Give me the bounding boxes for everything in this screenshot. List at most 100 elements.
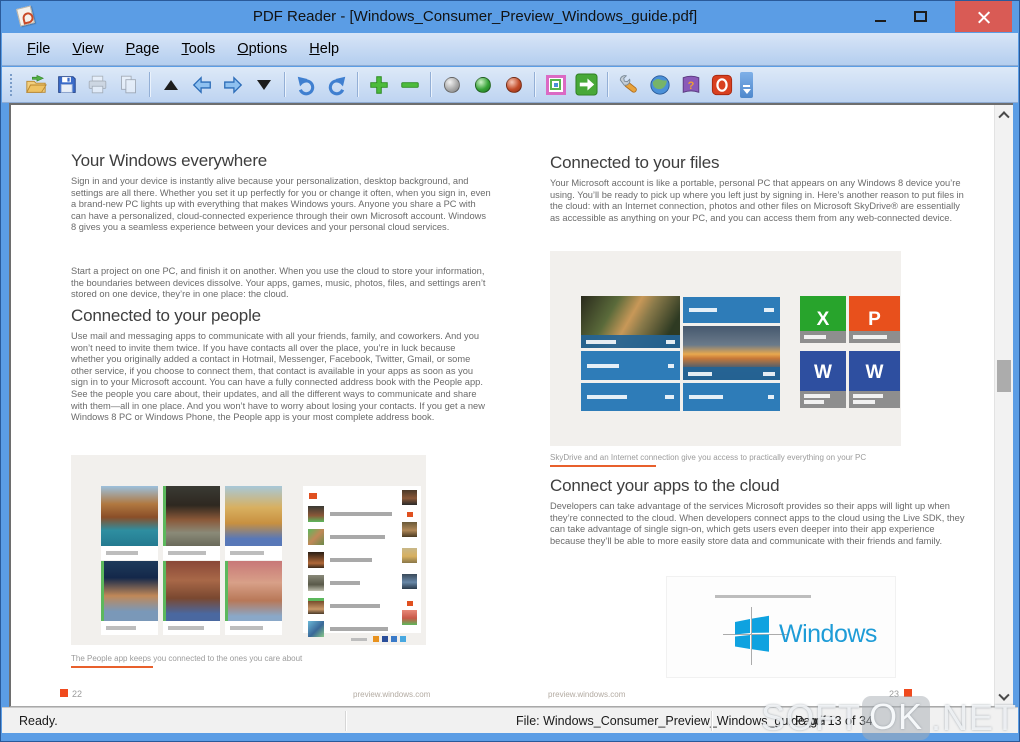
previous-page-button[interactable]	[186, 71, 217, 99]
contact-list-panel	[303, 486, 421, 633]
window-title: PDF Reader - [Windows_Consumer_Preview_W…	[61, 8, 889, 25]
dot-green-button[interactable]	[467, 71, 498, 99]
album-tile	[581, 383, 680, 411]
paragraph: Your Microsoft account is like a portabl…	[550, 178, 968, 224]
text-placeholder	[586, 340, 616, 344]
open-file-button[interactable]	[20, 71, 51, 99]
menu-view[interactable]: View	[61, 37, 114, 61]
social-icon	[391, 636, 397, 642]
vertical-scrollbar[interactable]	[994, 105, 1013, 706]
minimize-button[interactable]	[865, 1, 895, 32]
dot-gray-button[interactable]	[436, 71, 467, 99]
close-button[interactable]	[955, 1, 1012, 32]
minimize-icon	[875, 20, 886, 22]
contact-avatar	[308, 621, 324, 637]
powerpoint-letter: P	[868, 309, 881, 331]
undo-arrow-icon	[295, 74, 317, 96]
minus-icon	[399, 74, 421, 96]
text-placeholder	[106, 626, 136, 630]
person-photo	[225, 561, 282, 621]
toolbar-separator	[357, 72, 358, 97]
album-photo-tile	[683, 326, 780, 380]
paragraph: Start a project on one PC, and finish it…	[71, 266, 491, 301]
text-placeholder	[351, 638, 367, 641]
menu-options[interactable]: Options	[226, 37, 298, 61]
person-photo	[163, 561, 220, 621]
settings-button[interactable]	[613, 71, 644, 99]
person-name-bar	[101, 621, 158, 635]
person-name-bar	[163, 546, 220, 560]
arrow-right-icon	[222, 74, 244, 96]
zoom-out-button[interactable]	[394, 71, 425, 99]
print-button[interactable]	[82, 71, 113, 99]
text-placeholder	[853, 335, 887, 339]
status-edge	[101, 561, 104, 621]
app-pdf-icon	[16, 5, 35, 26]
toolbar-grip[interactable]	[10, 74, 13, 96]
section-title: Connected to your people	[71, 306, 261, 326]
count-placeholder	[764, 308, 774, 312]
menu-help[interactable]: Help	[298, 37, 350, 61]
fit-page-button[interactable]	[540, 71, 571, 99]
contact-avatar	[402, 522, 417, 537]
rotate-left-button[interactable]	[290, 71, 321, 99]
red-dot-icon	[506, 77, 522, 93]
copy-pages-icon	[118, 74, 139, 95]
zoom-in-button[interactable]	[363, 71, 394, 99]
watermark-boxed-text: OK	[862, 696, 930, 740]
go-to-page-button[interactable]	[571, 71, 602, 99]
first-page-button[interactable]	[155, 71, 186, 99]
person-photo	[101, 561, 158, 621]
figure-caption: SkyDrive and an Internet connection give…	[550, 453, 866, 462]
text-placeholder	[853, 394, 883, 398]
next-page-button[interactable]	[217, 71, 248, 99]
social-icon	[400, 636, 406, 642]
last-page-button[interactable]	[248, 71, 279, 99]
social-icon	[373, 636, 379, 642]
footer-url: preview.windows.com	[353, 690, 430, 699]
text-placeholder	[230, 551, 264, 555]
windows-logo-figure: Windows	[666, 576, 896, 678]
titlebar[interactable]: PDF Reader - [Windows_Consumer_Preview_W…	[1, 1, 1019, 33]
menu-options-label: Options	[237, 41, 287, 57]
toolbar: ?	[2, 67, 1018, 103]
save-button[interactable]	[51, 71, 82, 99]
section-title: Connect your apps to the cloud	[550, 476, 779, 496]
menu-file[interactable]: File	[16, 37, 61, 61]
person-name-bar	[225, 546, 282, 560]
text-placeholder	[688, 372, 712, 376]
toolbar-separator	[430, 72, 431, 97]
menu-tools-label: Tools	[181, 41, 215, 57]
help-button[interactable]: ?	[675, 71, 706, 99]
menu-page[interactable]: Page	[115, 37, 171, 61]
menubar: File View Page Tools Options Help	[2, 33, 1018, 66]
toolbar-overflow-button[interactable]	[740, 72, 753, 98]
orange-mark	[309, 493, 317, 499]
people-app-figure	[71, 455, 426, 645]
excel-letter: X	[817, 309, 830, 331]
scroll-up-button[interactable]	[995, 105, 1013, 122]
web-button[interactable]	[644, 71, 675, 99]
copy-button[interactable]	[113, 71, 144, 99]
person-photo	[163, 486, 220, 546]
maximize-button[interactable]	[905, 1, 935, 32]
exit-button[interactable]	[706, 71, 737, 99]
dot-red-button[interactable]	[498, 71, 529, 99]
power-icon	[711, 74, 733, 96]
text-placeholder	[587, 395, 627, 399]
toolbar-separator	[534, 72, 535, 97]
person-photo	[225, 486, 282, 546]
chevron-up-icon	[998, 111, 1009, 122]
menu-file-label: File	[27, 41, 50, 57]
document-viewport[interactable]: Your Windows everywhere Sign in and your…	[9, 103, 1013, 707]
album-tile	[581, 351, 680, 380]
rotate-right-button[interactable]	[321, 71, 352, 99]
menu-tools[interactable]: Tools	[170, 37, 226, 61]
contact-avatar	[402, 548, 417, 563]
wrench-icon	[618, 74, 640, 96]
toolbar-separator	[149, 72, 150, 97]
contact-avatar	[402, 574, 417, 589]
toolbar-separator	[284, 72, 285, 97]
scrollbar-thumb[interactable]	[997, 360, 1011, 392]
text-placeholder	[715, 595, 811, 598]
